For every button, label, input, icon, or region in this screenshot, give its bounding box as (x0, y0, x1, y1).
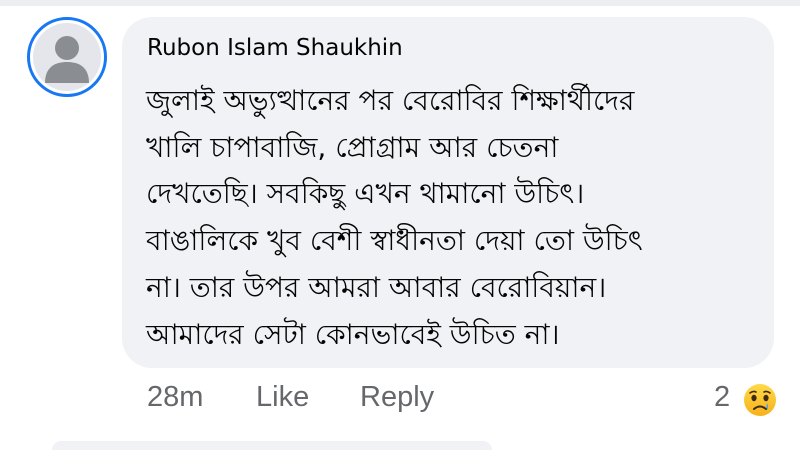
comment-text-line: জুলাই অভ্যুত্থানের পর বেরোবির শিক্ষার্থী… (146, 84, 635, 117)
comment-text-line: দেখতেছি। সবকিছু এখন থামানো উচিৎ। (146, 177, 585, 210)
comment-text-line: আমাদের সেটা কোনভাবেই উচিত না। (146, 318, 560, 351)
reaction-count[interactable]: 2 (714, 381, 730, 414)
avatar[interactable] (27, 17, 107, 97)
comment-actions: 28m Like Reply (0, 381, 800, 421)
comment-text-line: খালি চাপাবাজি, প্রোগ্রাম আর চেতনা (146, 131, 559, 164)
comment-timestamp[interactable]: 28m (147, 381, 203, 414)
comment-bubble: Rubon Islam Shaukhin জুলাই অভ্যুত্থানের … (122, 17, 774, 368)
sad-emoji-icon[interactable] (742, 382, 778, 418)
reply-button[interactable]: Reply (360, 381, 434, 414)
comment-text-line: বাঙালিকে খুব বেশী স্বাধীনতা দেয়া তো উচি… (146, 224, 643, 257)
comment-author[interactable]: Rubon Islam Shaukhin (147, 35, 403, 61)
top-divider (0, 0, 800, 6)
next-comment-edge (52, 441, 492, 450)
like-button[interactable]: Like (256, 381, 309, 414)
comment-text-line: না। তার উপর আমরা আবার বেরোবিয়ান। (146, 271, 607, 304)
default-profile-icon (33, 23, 101, 91)
